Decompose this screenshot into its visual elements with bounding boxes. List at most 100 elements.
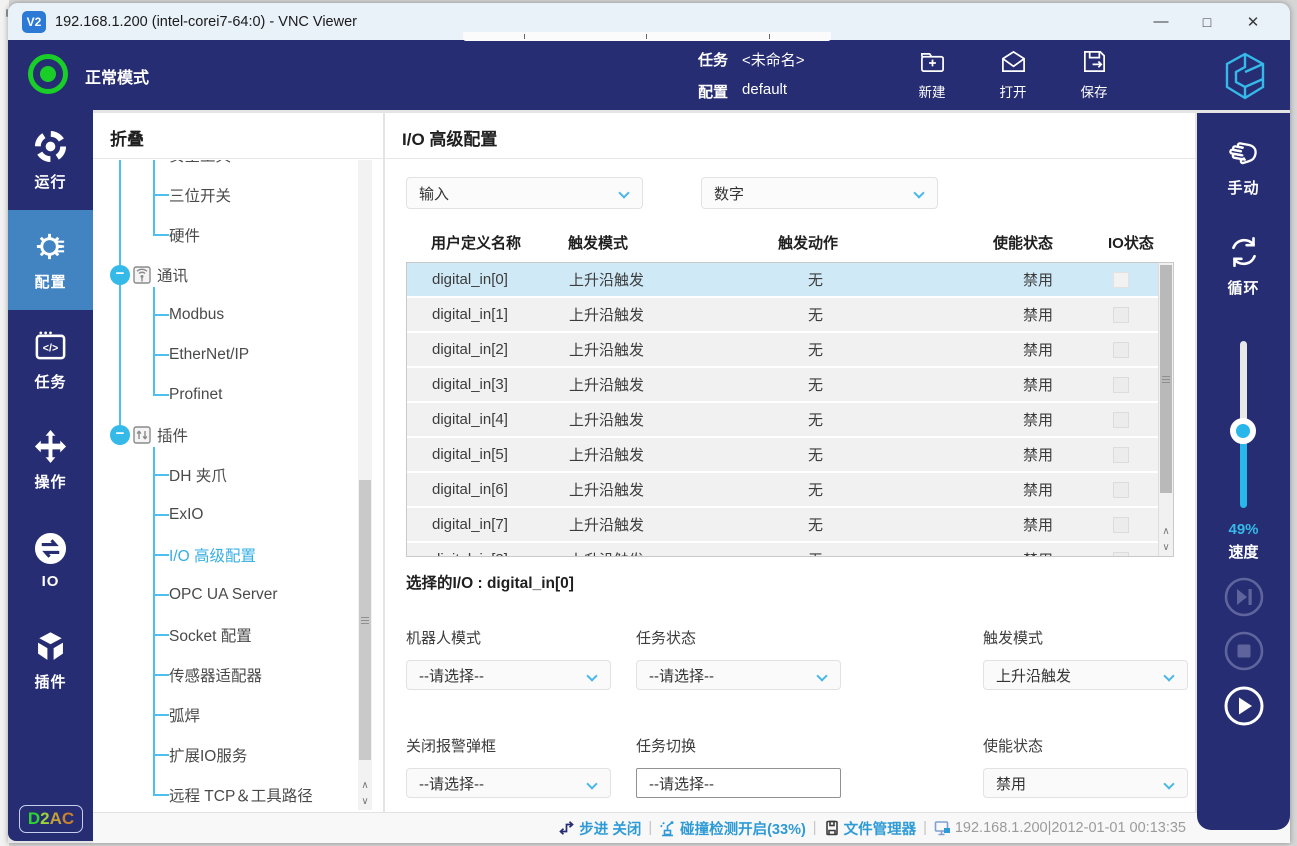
tree-item-modbus[interactable]: Modbus <box>93 295 383 335</box>
tree-item-sensor-adapter[interactable]: 传感器适配器 <box>93 655 383 695</box>
tree-item-label: Modbus <box>169 306 224 324</box>
sidebar-item-plugin[interactable]: 插件 <box>8 610 93 710</box>
table-row[interactable]: digital_in[1] 上升沿触发 无 禁用 <box>407 298 1173 331</box>
io-state-checkbox[interactable] <box>1113 447 1129 463</box>
task-switch-input[interactable]: --请选择-- <box>636 768 841 798</box>
collapse-toggle-icon[interactable]: − <box>110 265 130 285</box>
io-state-checkbox[interactable] <box>1113 377 1129 393</box>
io-state-checkbox[interactable] <box>1113 482 1129 498</box>
cell-enable: 禁用 <box>994 409 1109 430</box>
tree-item-label: 传感器适配器 <box>169 664 262 686</box>
collision-detect-status[interactable]: 碰撞检测开启(33%) <box>659 818 806 839</box>
table-row[interactable]: digital_in[5] 上升沿触发 无 禁用 <box>407 438 1173 471</box>
table-row[interactable]: digital_in[7] 上升沿触发 无 禁用 <box>407 508 1173 541</box>
tree-item-safety-tool[interactable]: 安全工具 <box>93 160 383 175</box>
mode-status-icon[interactable] <box>28 54 68 94</box>
new-task-button[interactable]: 新建 <box>896 46 968 104</box>
tree-item-three-position-switch[interactable]: 三位开关 <box>93 175 383 215</box>
io-state-checkbox[interactable] <box>1113 342 1129 358</box>
manual-mode-button[interactable]: 手动 <box>1197 133 1290 198</box>
step-mode-status[interactable]: 步进 关闭 <box>559 818 641 839</box>
tree-item-socket-config[interactable]: Socket 配置 <box>93 615 383 655</box>
robot-mode-select[interactable]: --请选择-- <box>406 660 611 690</box>
tree-item-hardware[interactable]: 硬件 <box>93 215 383 255</box>
config-label: 配置 <box>698 81 728 102</box>
file-manager-button[interactable]: 文件管理器 <box>824 818 917 839</box>
cell-action: 无 <box>779 479 994 500</box>
open-task-button[interactable]: 打开 <box>977 46 1049 104</box>
tree-scrollbar-thumb[interactable] <box>359 480 371 760</box>
close-alarm-popup-select[interactable]: --请选择-- <box>406 768 611 798</box>
io-type-select[interactable]: 数字 <box>701 177 938 209</box>
collapse-toggle-icon[interactable]: − <box>110 425 130 445</box>
speed-percent: 49% <box>1197 521 1290 538</box>
io-state-checkbox[interactable] <box>1113 307 1129 323</box>
manual-mode-label: 手动 <box>1227 177 1259 198</box>
cell-action: 无 <box>779 269 994 290</box>
table-row[interactable]: digital_in[3] 上升沿触发 无 禁用 <box>407 368 1173 401</box>
scroll-down-icon[interactable]: ∨ <box>1159 540 1173 555</box>
enable-state-select[interactable]: 禁用 <box>983 768 1188 798</box>
speed-slider-thumb[interactable] <box>1230 418 1256 444</box>
io-state-checkbox[interactable] <box>1113 412 1129 428</box>
table-row[interactable]: digital_in[4] 上升沿触发 无 禁用 <box>407 403 1173 436</box>
scroll-down-icon[interactable]: ∨ <box>358 794 372 809</box>
sidebar-item-config[interactable]: 配置 <box>8 210 93 310</box>
tree-item-exio[interactable]: ExIO <box>93 495 383 535</box>
badge-letter: A <box>50 809 62 829</box>
table-row[interactable]: digital_in[8] 上升沿触发 无 禁用 <box>407 543 1173 557</box>
tree-item-opc-ua-server[interactable]: OPC UA Server <box>93 575 383 615</box>
table-row[interactable]: digital_in[2] 上升沿触发 无 禁用 <box>407 333 1173 366</box>
tree-item-arc-welding[interactable]: 弧焊 <box>93 695 383 735</box>
step-next-button[interactable] <box>1223 576 1265 618</box>
tree-item-label: OPC UA Server <box>169 586 278 604</box>
tree-item-dh-gripper[interactable]: DH 夹爪 <box>93 455 383 495</box>
cell-enable: 禁用 <box>994 444 1109 465</box>
tree-item-ethernet-ip[interactable]: EtherNet/IP <box>93 335 383 375</box>
col-header-trigger-action: 触发动作 <box>778 232 993 253</box>
minimize-button[interactable]: — <box>1138 13 1184 30</box>
trigger-mode-select[interactable]: 上升沿触发 <box>983 660 1188 690</box>
io-state-checkbox[interactable] <box>1113 552 1129 558</box>
tree-item-io-advanced-config[interactable]: I/O 高级配置 <box>93 535 383 575</box>
table-scrollbar-thumb[interactable] <box>1160 265 1172 493</box>
tree-collapse-title[interactable]: 折叠 <box>93 113 383 159</box>
scroll-up-icon[interactable]: ∧ <box>1159 524 1173 539</box>
table-row[interactable]: digital_in[0] 上升沿触发 无 禁用 <box>407 263 1173 296</box>
io-state-checkbox[interactable] <box>1113 272 1129 288</box>
sidebar-item-operate[interactable]: 操作 <box>8 410 93 510</box>
tree-item-label: ExIO <box>169 506 203 524</box>
tree-item-extended-io-service[interactable]: 扩展IO服务 <box>93 735 383 775</box>
table-scrollbar[interactable]: ∧ ∨ <box>1158 263 1173 556</box>
tree-item-plugins[interactable]: − 插件 <box>93 415 383 455</box>
sidebar-item-run[interactable]: 运行 <box>8 110 93 210</box>
col-header-name: 用户定义名称 <box>431 232 568 253</box>
sidebar-item-io[interactable]: IO <box>8 510 93 610</box>
cell-action: 无 <box>779 374 994 395</box>
stop-button[interactable] <box>1223 630 1265 672</box>
table-row[interactable]: digital_in[6] 上升沿触发 无 禁用 <box>407 473 1173 506</box>
file-manager-text: 文件管理器 <box>844 818 917 839</box>
sidebar-item-label: 插件 <box>34 671 66 692</box>
tree-scrollbar[interactable]: ∧ ∨ <box>358 160 372 810</box>
io-direction-select[interactable]: 输入 <box>406 177 643 209</box>
cycle-mode-label: 循环 <box>1227 277 1259 298</box>
cycle-mode-button[interactable]: 循环 <box>1197 233 1290 298</box>
save-task-button[interactable]: 保存 <box>1058 46 1130 104</box>
vnc-toolbar-handle[interactable] <box>463 32 831 41</box>
move-arrows-icon <box>33 429 68 464</box>
cell-trigger: 上升沿触发 <box>569 304 779 325</box>
close-alarm-popup-value: --请选择-- <box>419 773 484 794</box>
tree-item-profinet[interactable]: Profinet <box>93 375 383 415</box>
scroll-up-icon[interactable]: ∧ <box>358 778 372 793</box>
selected-io-line: 选择的I/O : digital_in[0] <box>406 571 1174 593</box>
close-button[interactable]: ✕ <box>1230 13 1276 31</box>
config-tree-panel: 折叠 安全工具 三位开关 硬件 − 通讯 Modbus <box>93 113 383 812</box>
maximize-button[interactable]: □ <box>1184 14 1230 30</box>
task-state-select[interactable]: --请选择-- <box>636 660 841 690</box>
io-state-checkbox[interactable] <box>1113 517 1129 533</box>
sidebar-item-task[interactable]: </> 任务 <box>8 310 93 410</box>
play-button[interactable] <box>1223 685 1265 727</box>
tree-item-remote-tcp-tool-path[interactable]: 远程 TCP＆工具路径 <box>93 775 383 812</box>
tree-item-communication[interactable]: − 通讯 <box>93 255 383 295</box>
